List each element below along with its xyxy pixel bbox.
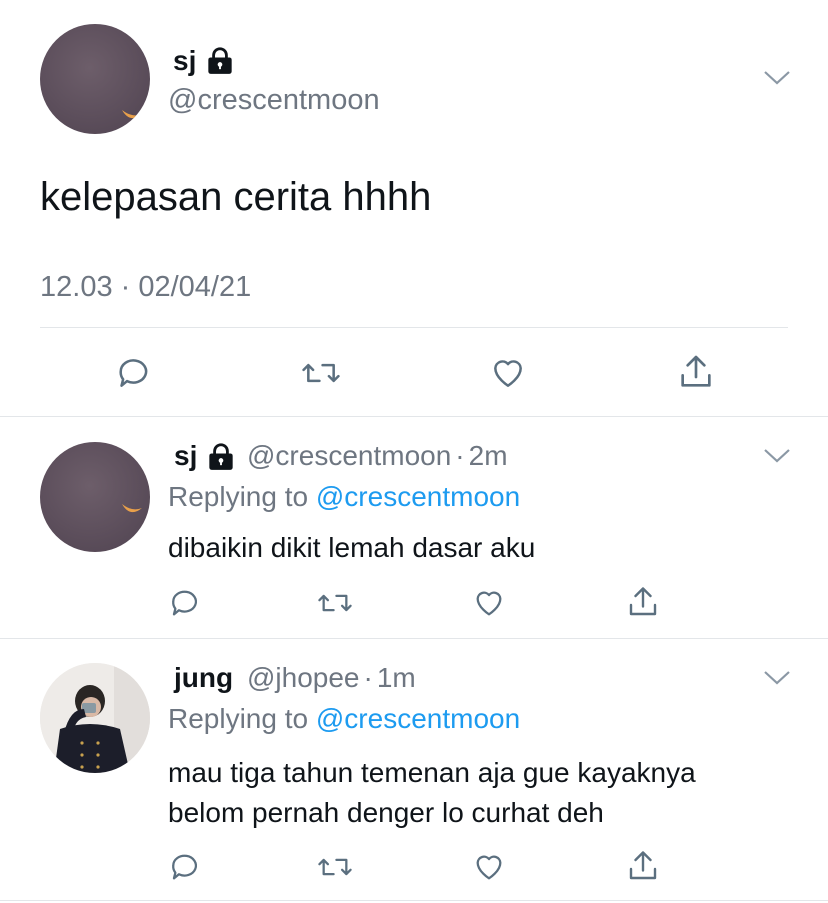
- replying-handle-link[interactable]: @crescentmoon: [316, 481, 520, 512]
- separator-dot: ·: [363, 662, 373, 693]
- divider: [0, 900, 828, 901]
- handle[interactable]: @jhopee: [247, 662, 360, 693]
- avatar[interactable]: [40, 663, 150, 773]
- crescent-moon-icon: [122, 110, 142, 119]
- tweet-text: kelepasan cerita hhhh: [40, 175, 432, 219]
- tweet-text-line: mau tiga tahun temenan aja gue kayaknya: [168, 757, 696, 788]
- reply-icon[interactable]: [168, 586, 204, 620]
- display-name[interactable]: sj: [173, 44, 196, 78]
- display-name[interactable]: sj: [174, 440, 197, 472]
- share-icon[interactable]: [625, 584, 661, 620]
- replying-to: Replying to @crescentmoon: [168, 703, 520, 735]
- handle[interactable]: @crescentmoon: [168, 83, 380, 117]
- like-icon[interactable]: [471, 586, 507, 620]
- retweet-icon[interactable]: [300, 354, 342, 392]
- separator-dot: ·: [455, 440, 465, 471]
- like-icon[interactable]: [471, 850, 507, 884]
- replying-label: Replying to: [168, 703, 309, 734]
- handle-time[interactable]: @crescentmoon · 2m: [247, 440, 508, 472]
- lock-icon: [206, 47, 234, 75]
- like-icon[interactable]: [488, 354, 528, 392]
- tweet-text: dibaikin dikit lemah dasar aku: [168, 532, 536, 563]
- time[interactable]: 1m: [377, 662, 416, 693]
- reply-icon[interactable]: [116, 354, 154, 392]
- share-icon[interactable]: [676, 352, 716, 392]
- share-icon[interactable]: [625, 848, 661, 884]
- avatar[interactable]: [40, 24, 150, 134]
- handle[interactable]: @crescentmoon: [247, 440, 451, 471]
- person-photo-icon: [40, 663, 150, 773]
- divider: [40, 327, 788, 328]
- chevron-down-icon[interactable]: [760, 444, 794, 468]
- display-name[interactable]: jung: [174, 662, 233, 694]
- timestamp[interactable]: 12.03 · 02/04/21: [40, 270, 251, 304]
- tweet-text-line: belom pernah denger lo curhat deh: [168, 797, 604, 828]
- divider: [0, 416, 828, 417]
- chevron-down-icon[interactable]: [760, 66, 794, 90]
- retweet-icon[interactable]: [316, 850, 354, 884]
- divider: [0, 638, 828, 639]
- retweet-icon[interactable]: [316, 586, 354, 620]
- replying-to: Replying to @crescentmoon: [168, 481, 520, 513]
- reply-icon[interactable]: [168, 850, 204, 884]
- replying-handle-link[interactable]: @crescentmoon: [316, 703, 520, 734]
- lock-icon: [207, 443, 235, 471]
- crescent-moon-icon: [122, 504, 142, 513]
- avatar[interactable]: [40, 442, 150, 552]
- tweet-text: mau tiga tahun temenan aja gue kayaknya …: [168, 753, 696, 833]
- replying-label: Replying to: [168, 481, 309, 512]
- handle-time[interactable]: @jhopee · 1m: [247, 662, 416, 694]
- chevron-down-icon[interactable]: [760, 666, 794, 690]
- time[interactable]: 2m: [469, 440, 508, 471]
